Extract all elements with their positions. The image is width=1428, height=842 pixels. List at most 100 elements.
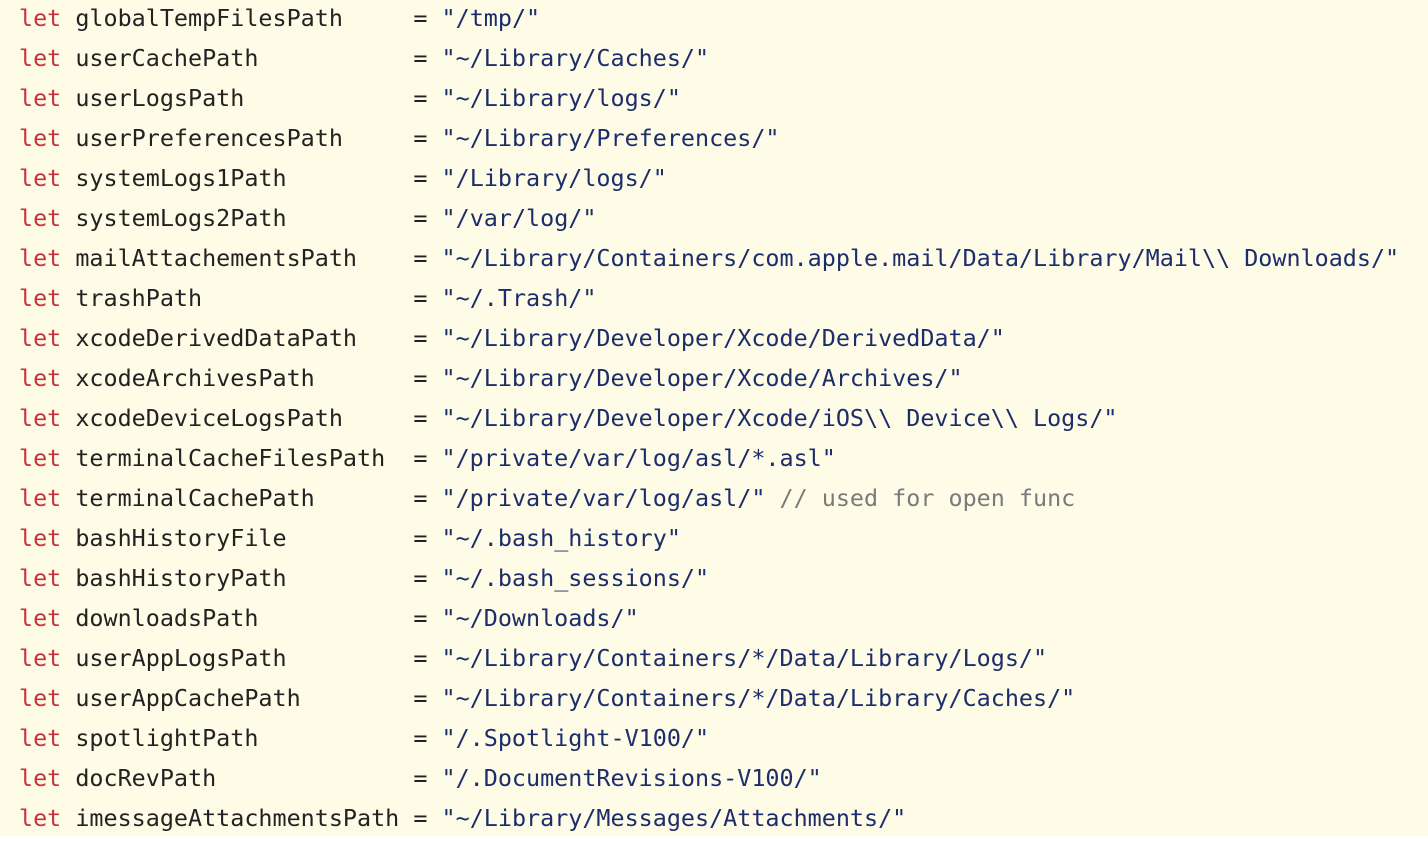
code-line[interactable]: let userCachePath = "~/Library/Caches/" [19, 38, 1399, 78]
constant-name: spotlightPath [75, 724, 259, 752]
string-literal: "~/.bash_sessions/" [441, 564, 710, 592]
string-literal: "~/Library/Caches/" [441, 44, 710, 72]
code-line[interactable]: let mailAttachementsPath = "~/Library/Co… [19, 238, 1399, 278]
constant-name: xcodeArchivesPath [75, 364, 315, 392]
string-literal: "/var/log/" [441, 204, 597, 232]
alignment-padding [258, 724, 413, 752]
keyword-let: let [19, 204, 62, 232]
string-literal: "/tmp/" [441, 4, 541, 32]
alignment-padding [202, 284, 413, 312]
code-editor[interactable]: let globalTempFilesPath = "/tmp/" let use… [0, 0, 1428, 836]
string-literal: "/.DocumentRevisions-V100/" [441, 764, 822, 792]
alignment-padding [258, 44, 413, 72]
code-line[interactable]: let globalTempFilesPath = "/tmp/" [19, 0, 1399, 38]
assignment-operator: = [413, 284, 428, 312]
code-line[interactable]: let systemLogs2Path = "/var/log/" [19, 198, 1399, 238]
constant-name: mailAttachementsPath [75, 244, 357, 272]
constant-name: bashHistoryPath [75, 564, 287, 592]
string-literal: "~/Library/Developer/Xcode/Archives/" [441, 364, 963, 392]
assignment-operator: = [413, 124, 428, 152]
keyword-let: let [19, 364, 62, 392]
constant-name: terminalCachePath [75, 484, 315, 512]
keyword-let: let [19, 164, 62, 192]
code-line[interactable]: let userLogsPath = "~/Library/logs/" [19, 78, 1399, 118]
code-comment: // used for open func [779, 484, 1076, 512]
alignment-padding [343, 124, 413, 152]
alignment-padding [287, 564, 414, 592]
code-line[interactable]: let downloadsPath = "~/Downloads/" [19, 598, 1399, 638]
constant-name: xcodeDeviceLogsPath [75, 404, 343, 432]
constant-name: downloadsPath [75, 604, 259, 632]
code-line[interactable]: let userAppCachePath = "~/Library/Contai… [19, 678, 1399, 718]
alignment-padding [315, 364, 414, 392]
code-line[interactable]: let bashHistoryPath = "~/.bash_sessions/… [19, 558, 1399, 598]
code-line[interactable]: let imessageAttachmentsPath = "~/Library… [19, 798, 1399, 836]
alignment-padding [301, 684, 414, 712]
assignment-operator: = [413, 764, 428, 792]
constant-name: globalTempFilesPath [75, 4, 343, 32]
assignment-operator: = [413, 404, 428, 432]
keyword-let: let [19, 124, 62, 152]
code-line[interactable]: let userPreferencesPath = "~/Library/Pre… [19, 118, 1399, 158]
code-line[interactable]: let xcodeDerivedDataPath = "~/Library/De… [19, 318, 1399, 358]
keyword-let: let [19, 644, 62, 672]
alignment-padding [287, 644, 414, 672]
string-literal: "~/Library/Containers/*/Data/Library/Cac… [441, 684, 1076, 712]
assignment-operator: = [413, 324, 428, 352]
string-literal: "~/.bash_history" [441, 524, 681, 552]
keyword-let: let [19, 724, 62, 752]
constant-name: trashPath [75, 284, 203, 312]
keyword-let: let [19, 604, 62, 632]
code-line[interactable]: let terminalCacheFilesPath = "/private/v… [19, 438, 1399, 478]
assignment-operator: = [413, 204, 428, 232]
assignment-operator: = [413, 84, 428, 112]
code-line[interactable]: let xcodeArchivesPath = "~/Library/Devel… [19, 358, 1399, 398]
string-literal: "~/Library/Containers/*/Data/Library/Log… [441, 644, 1048, 672]
string-literal: "~/Library/Containers/com.apple.mail/Dat… [441, 244, 1400, 272]
constant-name: bashHistoryFile [75, 524, 287, 552]
constant-name: systemLogs1Path [75, 164, 287, 192]
code-line[interactable]: let xcodeDeviceLogsPath = "~/Library/Dev… [19, 398, 1399, 438]
assignment-operator: = [413, 564, 428, 592]
assignment-operator: = [413, 644, 428, 672]
code-line[interactable]: let docRevPath = "/.DocumentRevisions-V1… [19, 758, 1399, 798]
assignment-operator: = [413, 4, 428, 32]
code-line[interactable]: let spotlightPath = "/.Spotlight-V100/" [19, 718, 1399, 758]
code-line[interactable]: let terminalCachePath = "/private/var/lo… [19, 478, 1399, 518]
assignment-operator: = [413, 604, 428, 632]
code-line[interactable]: let bashHistoryFile = "~/.bash_history" [19, 518, 1399, 558]
keyword-let: let [19, 4, 62, 32]
code-line[interactable]: let userAppLogsPath = "~/Library/Contain… [19, 638, 1399, 678]
string-literal: "~/Library/Developer/Xcode/DerivedData/" [441, 324, 1005, 352]
code-line[interactable]: let systemLogs1Path = "/Library/logs/" [19, 158, 1399, 198]
keyword-let: let [19, 84, 62, 112]
assignment-operator: = [413, 444, 428, 472]
constant-name: docRevPath [75, 764, 217, 792]
code-line[interactable]: let trashPath = "~/.Trash/" [19, 278, 1399, 318]
constant-name: userCachePath [75, 44, 259, 72]
string-literal: "/.Spotlight-V100/" [441, 724, 710, 752]
assignment-operator: = [413, 724, 428, 752]
string-literal: "~/.Trash/" [441, 284, 597, 312]
assignment-operator: = [413, 164, 428, 192]
assignment-operator: = [413, 44, 428, 72]
